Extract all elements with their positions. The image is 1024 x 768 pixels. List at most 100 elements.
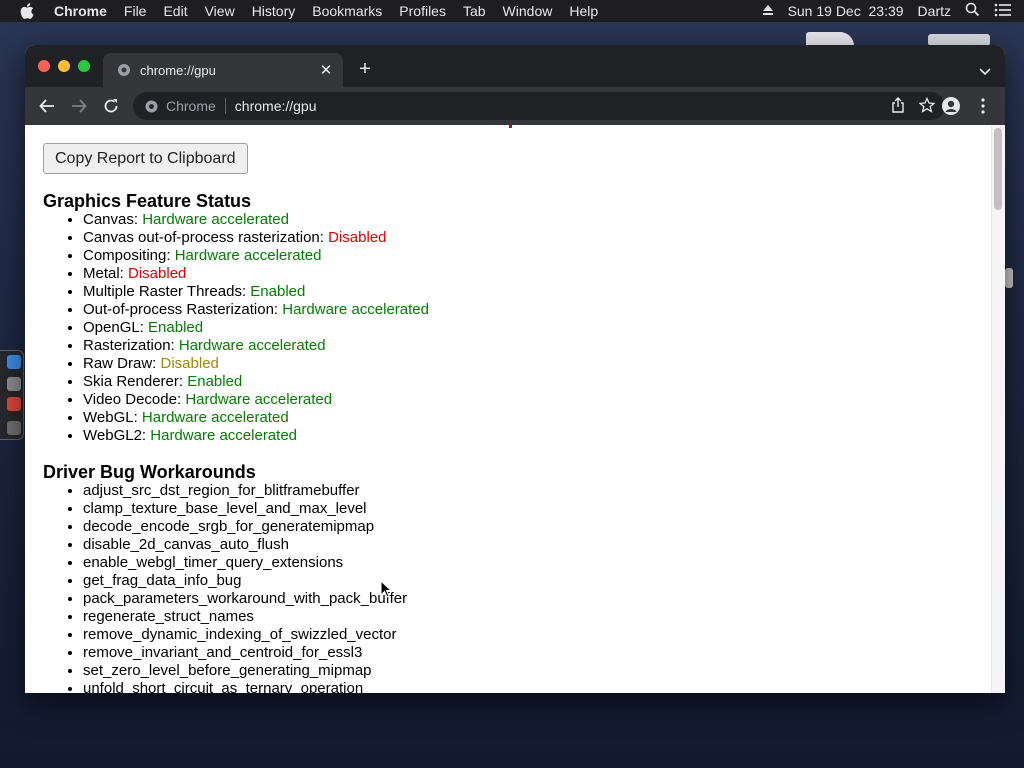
- feature-name: Compositing:: [83, 247, 175, 264]
- feature-status: Enabled: [250, 283, 306, 300]
- menu-file[interactable]: File: [124, 3, 147, 19]
- control-center-icon[interactable]: [994, 3, 1012, 20]
- close-window-icon[interactable]: [38, 60, 50, 72]
- eject-icon[interactable]: [762, 3, 774, 19]
- macos-menu-bar: Chrome File Edit View History Bookmarks …: [0, 0, 1024, 22]
- workaround-item: set_zero_level_before_generating_mipmap: [83, 662, 407, 680]
- feature-name: Metal:: [83, 265, 129, 282]
- workaround-item: pack_parameters_workaround_with_pack_buf…: [83, 590, 407, 608]
- feature-status: Hardware accelerated: [174, 247, 322, 264]
- feature-name: WebGL2:: [83, 427, 151, 444]
- reload-icon[interactable]: [101, 96, 121, 116]
- spotlight-icon[interactable]: [965, 2, 980, 20]
- page-scrollbar-thumb[interactable]: [994, 128, 1002, 210]
- dock: [0, 350, 24, 440]
- feature-status: Hardware accelerated: [185, 391, 333, 408]
- bookmark-star-icon[interactable]: [918, 96, 936, 116]
- chrome-site-icon[interactable]: [145, 100, 158, 113]
- menu-edit[interactable]: Edit: [163, 3, 187, 19]
- apple-icon[interactable]: [20, 3, 38, 19]
- feature-status: Hardware accelerated: [178, 337, 326, 354]
- feature-status: Disabled: [328, 229, 387, 246]
- close-tab-icon[interactable]: ✕: [315, 61, 337, 79]
- browser-toolbar: Chrome chrome://gpu: [25, 87, 1005, 125]
- feature-status-item: Skia Renderer: Enabled: [83, 373, 429, 391]
- workaround-item: remove_dynamic_indexing_of_swizzled_vect…: [83, 626, 407, 644]
- page-scrollbar[interactable]: [991, 125, 1005, 693]
- desktop-file-icon[interactable]: [806, 32, 854, 46]
- workaround-item: disable_2d_canvas_auto_flush: [83, 536, 407, 554]
- new-tab-button[interactable]: +: [355, 58, 375, 81]
- tab-search-chevron-icon[interactable]: [979, 63, 991, 81]
- workaround-item: enable_webgl_timer_query_extensions: [83, 554, 407, 572]
- finder-icon[interactable]: [7, 355, 21, 369]
- feature-status: Enabled: [148, 319, 204, 336]
- chrome-icon[interactable]: [7, 397, 21, 411]
- driver-workarounds-list: adjust_src_dst_region_for_blitframebuffe…: [83, 482, 407, 693]
- feature-status: Hardware accelerated: [141, 409, 289, 426]
- feature-status-item: Raw Draw: Disabled: [83, 355, 429, 373]
- workaround-item: clamp_texture_base_level_and_max_level: [83, 500, 407, 518]
- feature-status: Enabled: [187, 373, 243, 390]
- menu-tab[interactable]: Tab: [463, 3, 486, 19]
- menubar-user[interactable]: Dartz: [918, 3, 951, 19]
- desktop-side-handle[interactable]: [1005, 268, 1013, 288]
- feature-status-item: Compositing: Hardware accelerated: [83, 247, 429, 265]
- feature-status-item: Multiple Raster Threads: Enabled: [83, 283, 429, 301]
- feature-status-item: WebGL: Hardware accelerated: [83, 409, 429, 427]
- menu-view[interactable]: View: [205, 3, 235, 19]
- share-icon[interactable]: [891, 96, 905, 116]
- globe-icon: [117, 63, 131, 77]
- feature-status-item: Canvas: Hardware accelerated: [83, 211, 429, 229]
- tab-strip: chrome://gpu ✕ +: [25, 45, 1005, 87]
- back-icon[interactable]: [37, 96, 57, 116]
- workaround-item: adjust_src_dst_region_for_blitframebuffe…: [83, 482, 407, 500]
- workaround-item: unfold_short_circuit_as_ternary_operatio…: [83, 680, 407, 693]
- feature-name: Rasterization:: [83, 337, 179, 354]
- feature-status: Hardware accelerated: [150, 427, 298, 444]
- menubar-datetime[interactable]: Sun 19 Dec 23:39: [788, 3, 904, 19]
- tab-title: chrome://gpu: [140, 62, 216, 78]
- feature-status: Disabled: [128, 265, 187, 282]
- trash-icon[interactable]: [7, 421, 21, 435]
- feature-status: Hardware accelerated: [282, 301, 429, 318]
- menu-app-name[interactable]: Chrome: [54, 3, 107, 19]
- zoom-window-icon[interactable]: [78, 60, 90, 72]
- mouse-cursor-icon: [380, 579, 393, 603]
- workaround-item: get_frag_data_info_bug: [83, 572, 407, 590]
- profile-avatar-icon[interactable]: [941, 96, 961, 116]
- feature-status-item: Video Decode: Hardware accelerated: [83, 391, 429, 409]
- menu-bookmarks[interactable]: Bookmarks: [312, 3, 382, 19]
- feature-status-item: Metal: Disabled: [83, 265, 429, 283]
- feature-status: Disabled: [160, 355, 219, 372]
- feature-name: Canvas out-of-process rasterization:: [83, 229, 329, 246]
- copy-report-button[interactable]: Copy Report to Clipboard: [43, 143, 248, 174]
- menu-help[interactable]: Help: [569, 3, 598, 19]
- menu-history[interactable]: History: [252, 3, 296, 19]
- scrolled-content-fragment: [509, 125, 512, 128]
- more-menu-icon[interactable]: [973, 96, 993, 116]
- page-content: Copy Report to Clipboard Graphics Featur…: [25, 125, 991, 693]
- feature-name: Skia Renderer:: [83, 373, 188, 390]
- menu-window[interactable]: Window: [503, 3, 553, 19]
- address-scheme-label: Chrome: [166, 98, 216, 114]
- feature-status-item: Out-of-process Rasterization: Hardware a…: [83, 301, 429, 319]
- driver-workarounds-heading: Driver Bug Workarounds: [43, 462, 256, 482]
- feature-status-list: Canvas: Hardware acceleratedCanvas out-o…: [83, 211, 429, 445]
- forward-icon[interactable]: [69, 96, 89, 116]
- feature-name: Multiple Raster Threads:: [83, 283, 251, 300]
- feature-name: Raw Draw:: [83, 355, 161, 372]
- feature-name: OpenGL:: [83, 319, 149, 336]
- address-url[interactable]: chrome://gpu: [235, 98, 317, 114]
- feature-status-item: Rasterization: Hardware accelerated: [83, 337, 429, 355]
- feature-status: Hardware accelerated: [142, 211, 289, 228]
- workaround-item: remove_invariant_and_centroid_for_essl3: [83, 644, 407, 662]
- feature-status-heading: Graphics Feature Status: [43, 191, 252, 211]
- address-bar[interactable]: Chrome chrome://gpu: [133, 92, 945, 120]
- minimize-window-icon[interactable]: [58, 60, 70, 72]
- feature-status-item: WebGL2: Hardware accelerated: [83, 427, 429, 445]
- menu-profiles[interactable]: Profiles: [399, 3, 446, 19]
- workaround-item: decode_encode_srgb_for_generatemipmap: [83, 518, 407, 536]
- tab-chrome-gpu[interactable]: chrome://gpu ✕: [103, 53, 343, 87]
- settings-icon[interactable]: [7, 377, 21, 391]
